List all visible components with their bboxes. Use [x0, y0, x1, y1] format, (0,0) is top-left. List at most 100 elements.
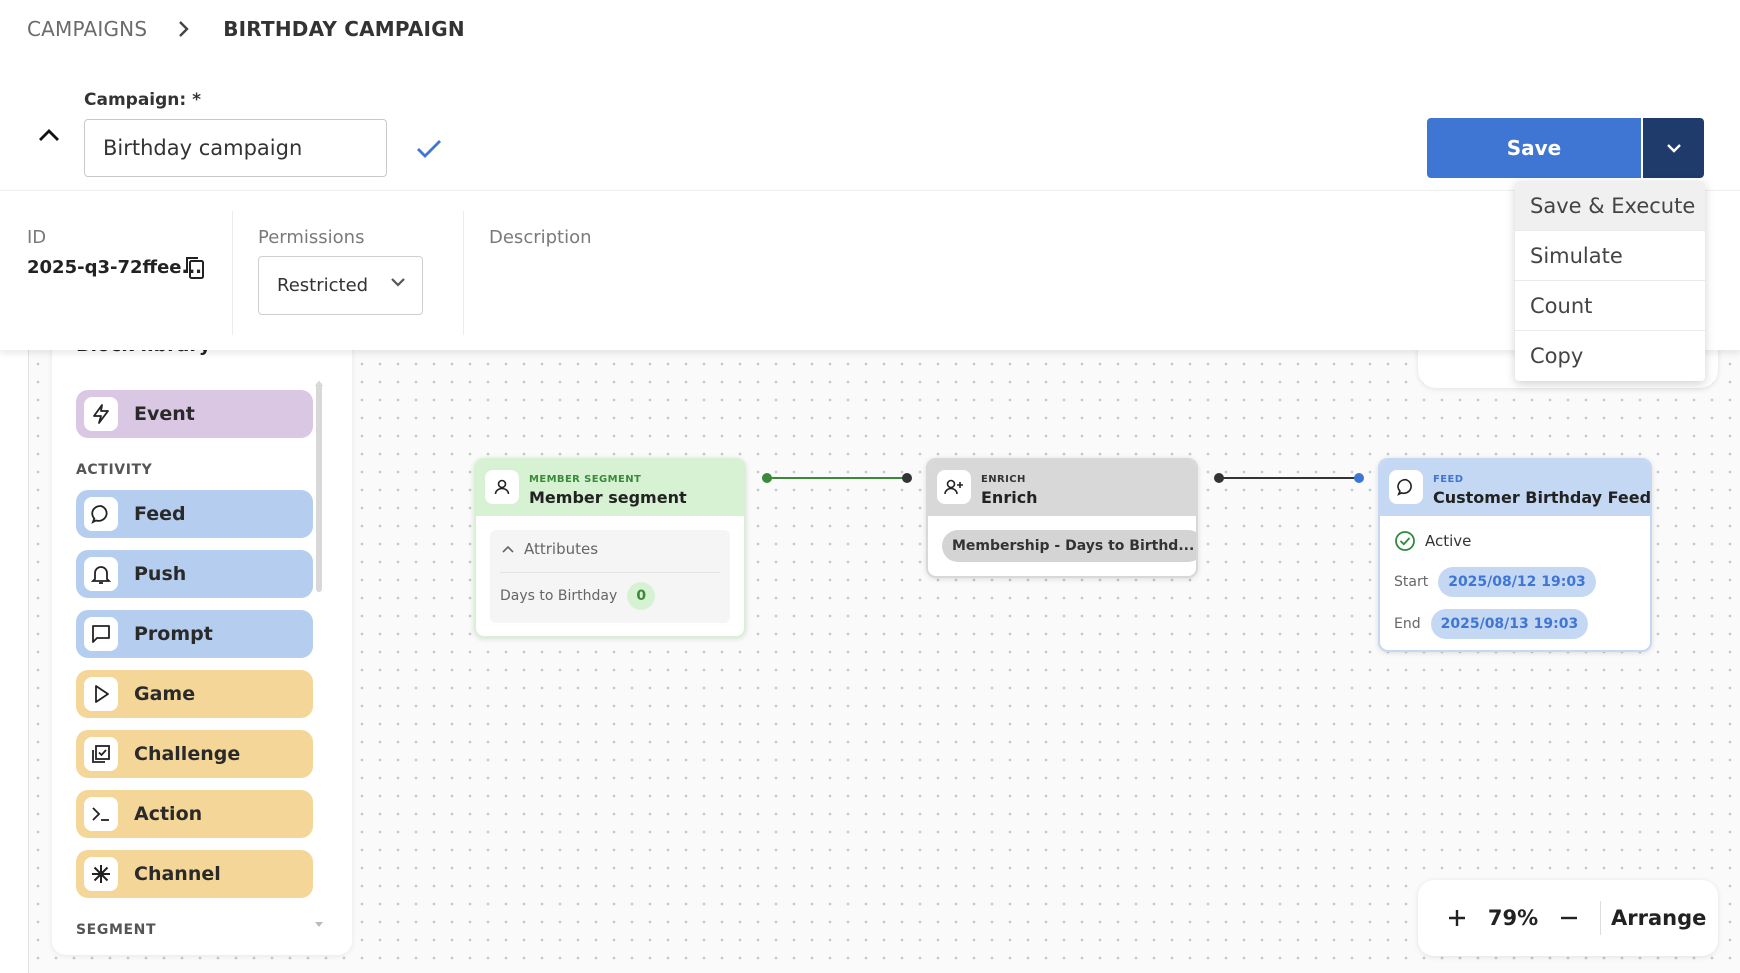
save-options-menu: Save & Execute Simulate Count Copy [1515, 181, 1705, 381]
end-label: End [1394, 616, 1421, 632]
breadcrumb-campaigns-link[interactable]: CAMPAIGNS [27, 17, 147, 41]
campaign-details-panel: ID 2025-q3-72ffee... Permissions Restric… [0, 190, 1740, 350]
library-item-label: Push [134, 563, 187, 585]
zoom-in-button[interactable] [1432, 893, 1482, 943]
id-value: 2025-q3-72ffee... [27, 257, 203, 278]
chat-bubble-icon [1389, 470, 1423, 504]
library-item-label: Game [134, 683, 196, 705]
node-kind-label: FEED [1433, 474, 1464, 485]
zoom-controls: 79% Arrange [1418, 880, 1718, 956]
node-kind-label: ENRICH [981, 474, 1026, 485]
plus-icon [1449, 910, 1465, 926]
section-segment-label: SEGMENT [76, 922, 157, 938]
breadcrumb-current: BIRTHDAY CAMPAIGN [223, 17, 465, 41]
chevron-up-icon [502, 545, 514, 553]
node-header: ENRICH Enrich [928, 460, 1196, 516]
save-options-toggle[interactable] [1643, 118, 1704, 178]
snowflake-icon [84, 857, 118, 891]
member-segment-node[interactable]: MEMBER SEGMENT Member segment Attributes… [474, 458, 746, 638]
check-circle-icon [1395, 531, 1415, 551]
lightning-icon [84, 397, 118, 431]
start-label: Start [1394, 574, 1429, 590]
library-item-label: Action [134, 803, 203, 825]
library-item-label: Prompt [134, 623, 213, 645]
chat-bubble-icon [84, 497, 118, 531]
enrich-chip: Membership - Days to Birthd... [942, 530, 1196, 562]
block-library: Block library Event ACTIVITY Feed Push P… [52, 310, 352, 955]
menu-item-count[interactable]: Count [1515, 281, 1705, 331]
library-item-push[interactable]: Push [76, 550, 313, 598]
library-item-feed[interactable]: Feed [76, 490, 313, 538]
chevron-down-icon [1666, 144, 1681, 153]
user-plus-icon [937, 470, 971, 504]
zoom-out-button[interactable] [1544, 893, 1594, 943]
status-text: Active [1425, 532, 1472, 550]
connector-dot[interactable] [1214, 473, 1224, 483]
attribute-value-badge: 0 [627, 582, 656, 610]
menu-item-save-execute[interactable]: Save & Execute [1515, 181, 1705, 231]
campaign-name-input[interactable] [84, 119, 387, 177]
attributes-toggle[interactable]: Attributes [502, 540, 598, 558]
library-item-event[interactable]: Event [76, 390, 313, 438]
menu-item-simulate[interactable]: Simulate [1515, 231, 1705, 281]
node-name: Enrich [981, 488, 1038, 507]
terminal-icon [84, 797, 118, 831]
node-header: FEED Customer Birthday Feed [1380, 460, 1650, 516]
arrange-button[interactable]: Arrange [1611, 906, 1706, 930]
library-item-label: Channel [134, 863, 221, 885]
permissions-value: Restricted [277, 275, 369, 296]
collapse-details-button[interactable] [34, 120, 64, 150]
menu-item-copy[interactable]: Copy [1515, 331, 1705, 381]
bell-icon [84, 557, 118, 591]
check-icon [417, 140, 441, 158]
column-divider [232, 211, 233, 335]
scroll-down-icon[interactable] [314, 920, 324, 930]
confirm-name-button[interactable] [412, 132, 446, 166]
status-row: Active [1394, 530, 1471, 552]
zoom-level: 79% [1487, 906, 1539, 930]
feed-node[interactable]: FEED Customer Birthday Feed Active Start… [1378, 458, 1652, 652]
attributes-box: Attributes Days to Birthday 0 [490, 530, 730, 623]
end-row: End 2025/08/13 19:03 [1394, 609, 1589, 639]
description-label: Description [489, 227, 592, 248]
library-scrollbar[interactable] [316, 382, 322, 592]
library-item-action[interactable]: Action [76, 790, 313, 838]
chevron-right-icon [169, 19, 199, 39]
attribute-name: Days to Birthday [500, 588, 618, 604]
connector-dot[interactable] [1354, 473, 1364, 483]
column-divider [463, 211, 464, 335]
copy-icon[interactable] [183, 255, 207, 281]
divider [1600, 901, 1601, 935]
play-icon [84, 677, 118, 711]
id-label: ID [27, 227, 47, 248]
checklist-icon [84, 737, 118, 771]
divider [500, 572, 720, 573]
attributes-label: Attributes [524, 540, 599, 558]
message-square-icon [84, 617, 118, 651]
save-button[interactable]: Save [1427, 118, 1641, 178]
breadcrumb: CAMPAIGNS BIRTHDAY CAMPAIGN [27, 14, 465, 44]
permissions-select[interactable]: Restricted [258, 256, 423, 315]
library-item-game[interactable]: Game [76, 670, 313, 718]
library-item-label: Feed [134, 503, 186, 525]
connector-line [1218, 477, 1358, 479]
user-icon [485, 470, 519, 504]
connector-line [767, 477, 907, 479]
node-name: Customer Birthday Feed [1433, 488, 1652, 507]
start-date-badge: 2025/08/12 19:03 [1438, 567, 1596, 597]
campaign-label: Campaign: * [84, 90, 202, 110]
start-row: Start 2025/08/12 19:03 [1394, 567, 1596, 597]
chevron-down-icon [391, 278, 405, 287]
library-item-channel[interactable]: Channel [76, 850, 313, 898]
chevron-up-icon [39, 129, 59, 141]
connector-dot[interactable] [902, 473, 912, 483]
library-item-prompt[interactable]: Prompt [76, 610, 313, 658]
node-kind-label: MEMBER SEGMENT [529, 474, 642, 485]
enrich-node[interactable]: ENRICH Enrich Membership - Days to Birth… [926, 458, 1198, 578]
permissions-label: Permissions [258, 227, 365, 248]
attribute-row: Days to Birthday 0 [500, 582, 656, 610]
section-activity-label: ACTIVITY [76, 462, 153, 478]
node-header: MEMBER SEGMENT Member segment [476, 460, 744, 516]
connector-dot[interactable] [762, 473, 772, 483]
library-item-challenge[interactable]: Challenge [76, 730, 313, 778]
